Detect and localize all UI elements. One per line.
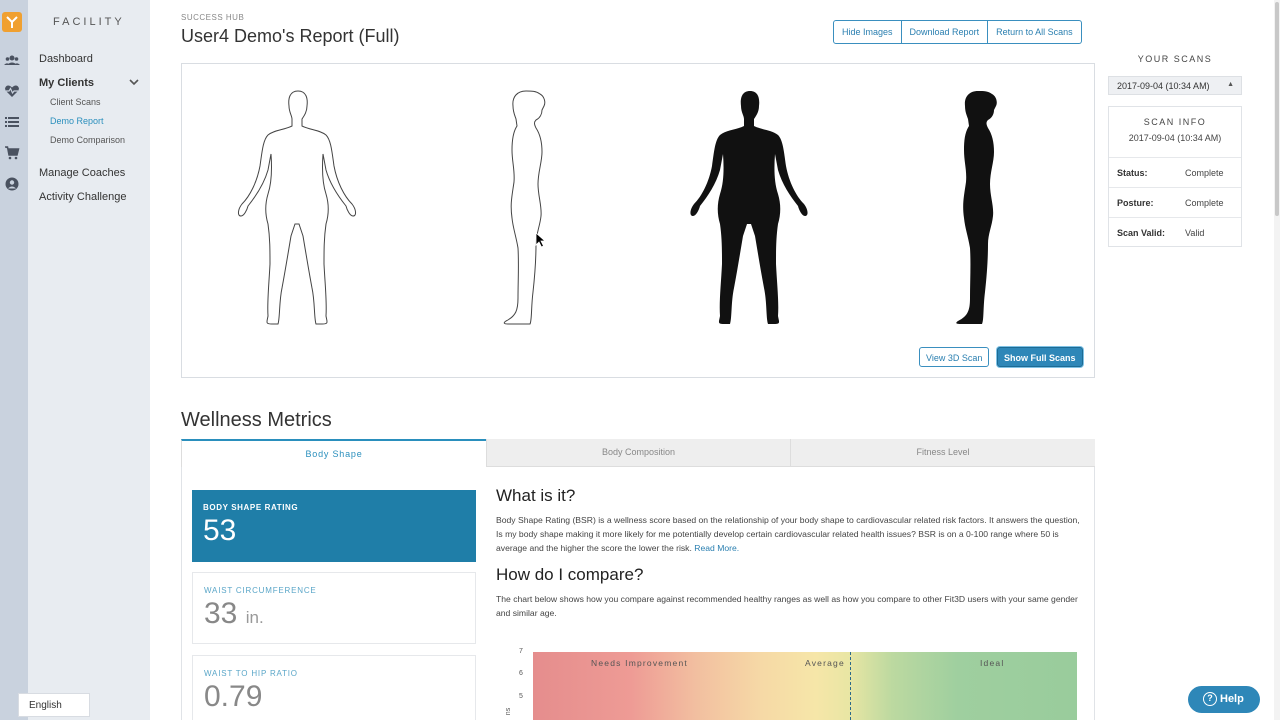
brand-title: FACILITY <box>53 16 125 28</box>
breadcrumb: SUCCESS HUB <box>181 13 245 22</box>
nav-demo-report[interactable]: Demo Report <box>50 116 104 126</box>
scan-info-row-valid: Scan Valid: Valid <box>1109 217 1241 247</box>
what-is-it-body: Body Shape Rating (BSR) is a wellness sc… <box>496 515 1080 553</box>
band-label-ideal: Ideal <box>980 658 1005 668</box>
whr-value: 0.79 <box>204 680 263 713</box>
cart-icon[interactable] <box>4 145 20 161</box>
tab-body-shape[interactable]: Body Shape <box>181 439 486 467</box>
y-tick: 7 <box>519 648 523 655</box>
icon-rail <box>0 0 28 720</box>
question-icon: ? <box>1203 692 1217 706</box>
bsr-label: BODY SHAPE RATING <box>203 503 299 512</box>
scan-info-value: Complete <box>1185 168 1224 178</box>
scan-info-key: Scan Valid: <box>1117 228 1166 238</box>
bsr-value: 53 <box>203 514 237 547</box>
chevron-down-icon[interactable] <box>129 78 139 86</box>
language-selector[interactable]: English <box>18 693 90 717</box>
scan-select[interactable]: 2017-09-04 (10:34 AM) ▲ <box>1108 76 1242 95</box>
scan-info-row-posture: Posture: Complete <box>1109 187 1241 217</box>
waist-circumference-card[interactable]: WAIST CIRCUMFERENCE 33 in. <box>192 572 476 644</box>
compare-text: The chart below shows how you compare ag… <box>496 594 1078 618</box>
user-circle-icon[interactable] <box>4 176 20 192</box>
page-title: User4 Demo's Report (Full) <box>181 26 400 46</box>
return-all-scans-button[interactable]: Return to All Scans <box>988 20 1082 44</box>
y-axis-label: ns <box>505 707 513 716</box>
report-actions: Hide Images Download Report Return to Al… <box>833 20 1082 44</box>
scrollbar-thumb[interactable] <box>1275 2 1279 216</box>
read-more-link[interactable]: Read More. <box>694 543 739 553</box>
waist-to-hip-card[interactable]: WAIST TO HIP RATIO 0.79 <box>192 655 476 720</box>
whr-label: WAIST TO HIP RATIO <box>204 669 298 678</box>
tab-body-composition[interactable]: Body Composition <box>486 439 790 467</box>
tab-fitness-level[interactable]: Fitness Level <box>790 439 1095 467</box>
front-outline-figure <box>238 90 356 325</box>
heartbeat-icon[interactable] <box>4 83 20 99</box>
nav-dashboard[interactable]: Dashboard <box>39 53 93 65</box>
scan-info-date: 2017-09-04 (10:34 AM) <box>1128 133 1222 143</box>
waist-label: WAIST CIRCUMFERENCE <box>204 586 317 595</box>
scan-info-title: SCAN INFO <box>1143 117 1207 127</box>
compare-heading: How do I compare? <box>496 565 644 584</box>
scan-info-value: Complete <box>1185 198 1224 208</box>
wellness-title: Wellness Metrics <box>181 409 332 431</box>
show-full-scans-button[interactable]: Show Full Scans <box>997 347 1083 367</box>
hide-images-button[interactable]: Hide Images <box>833 20 902 44</box>
front-silhouette-figure <box>690 91 808 324</box>
body-shape-rating-card[interactable]: BODY SHAPE RATING 53 <box>192 490 476 562</box>
help-button[interactable]: ? Help <box>1188 686 1260 713</box>
side-outline-figure <box>503 90 546 325</box>
view-3d-scan-button[interactable]: View 3D Scan <box>919 347 990 367</box>
help-label: Help <box>1220 693 1244 705</box>
nav-demo-comparison[interactable]: Demo Comparison <box>50 135 125 145</box>
compare-chart: 7 6 5 ns Needs Improvement Average Ideal <box>505 648 1085 720</box>
list-icon[interactable] <box>4 114 20 130</box>
nav-my-clients[interactable]: My Clients <box>39 77 94 89</box>
facility-logo-icon[interactable] <box>2 12 22 32</box>
band-label-average: Average <box>805 658 845 668</box>
scan-info-card: SCAN INFO 2017-09-04 (10:34 AM) Status: … <box>1108 106 1242 247</box>
your-scans-heading: YOUR SCANS <box>1137 54 1213 64</box>
y-tick: 5 <box>519 693 523 700</box>
band-label-needs-improvement: Needs Improvement <box>591 658 688 668</box>
waist-unit: in. <box>245 608 264 627</box>
nav-activity-challenge[interactable]: Activity Challenge <box>39 191 126 203</box>
nav-client-scans[interactable]: Client Scans <box>50 97 101 107</box>
scan-info-row-status: Status: Complete <box>1109 157 1241 187</box>
download-report-button[interactable]: Download Report <box>901 20 989 44</box>
what-is-it-text: Body Shape Rating (BSR) is a wellness sc… <box>496 513 1086 555</box>
scan-info-key: Posture: <box>1117 198 1154 208</box>
sidebar: FACILITY Dashboard My Clients Client Sca… <box>28 0 150 720</box>
what-is-it-heading: What is it? <box>496 486 576 505</box>
users-icon[interactable] <box>4 52 20 68</box>
waist-value: 33 <box>204 597 238 630</box>
average-marker-line <box>850 652 851 720</box>
side-silhouette-figure <box>956 91 997 324</box>
mouse-cursor-icon <box>535 232 547 248</box>
wellness-tabs: Body Shape Body Composition Fitness Leve… <box>181 439 1095 467</box>
scan-info-key: Status: <box>1117 168 1148 178</box>
nav-manage-coaches[interactable]: Manage Coaches <box>39 167 125 179</box>
y-tick: 6 <box>519 670 523 677</box>
scan-info-value: Valid <box>1185 228 1205 238</box>
select-caret-icon: ▲ <box>1227 81 1234 88</box>
scan-select-value: 2017-09-04 (10:34 AM) <box>1117 81 1210 91</box>
waist-value-line: 33 in. <box>204 597 264 631</box>
page-scrollbar[interactable] <box>1274 0 1280 720</box>
